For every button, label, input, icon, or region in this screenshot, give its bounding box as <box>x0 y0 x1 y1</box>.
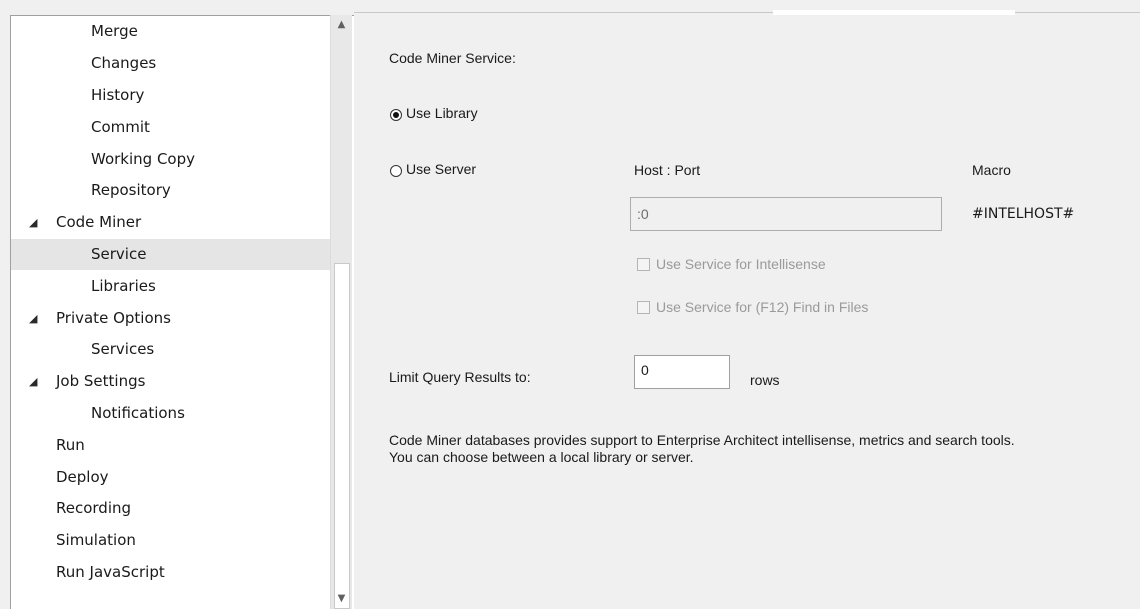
scroll-up-arrow-icon[interactable]: ▲ <box>331 15 352 35</box>
options-tree: Merge Changes History Commit Working Cop… <box>10 15 354 609</box>
macro-value: #INTELHOST# <box>972 206 1075 222</box>
macro-label: Macro <box>972 162 1011 178</box>
panel-top-divider <box>354 12 1140 13</box>
tree-item-run[interactable]: Run <box>11 430 331 461</box>
tree-item-simulation[interactable]: Simulation <box>11 525 331 556</box>
scrollbar-thumb[interactable] <box>334 263 350 609</box>
radio-checked-icon[interactable] <box>390 109 402 121</box>
limit-query-input[interactable]: 0 <box>634 355 730 389</box>
tree-item-recording[interactable]: Recording <box>11 493 331 524</box>
radio-unchecked-icon[interactable] <box>390 165 402 177</box>
intellisense-label[interactable]: Use Service for Intellisense <box>656 256 826 272</box>
checkbox-icon[interactable] <box>637 301 650 314</box>
tree-item-label: Merge <box>91 22 138 40</box>
tree-item-label: Services <box>91 340 155 358</box>
scroll-down-arrow-icon[interactable]: ▼ <box>331 589 352 609</box>
rows-unit-label: rows <box>750 372 780 388</box>
tree-item-label: Deploy <box>56 468 109 486</box>
tree-item-label: Repository <box>91 181 171 199</box>
host-port-field[interactable]: :0 <box>630 197 942 231</box>
tree-item-run-javascript[interactable]: Run JavaScript <box>11 557 331 588</box>
expanded-arrow-icon[interactable]: ◢ <box>29 207 37 238</box>
tree-item-label: Run JavaScript <box>56 563 165 581</box>
tree-item-label: Private Options <box>56 309 171 327</box>
tree-item-private-options[interactable]: ◢ Private Options <box>11 303 331 334</box>
tree-item-working-copy[interactable]: Working Copy <box>11 144 331 175</box>
use-server-label[interactable]: Use Server <box>406 161 476 177</box>
tree-item-label: Notifications <box>91 404 185 422</box>
tree-item-services[interactable]: Services <box>11 334 331 365</box>
tree-item-label: Code Miner <box>56 213 142 231</box>
tree-item-label: Run <box>56 436 85 454</box>
tree-item-label: History <box>91 86 145 104</box>
tree-item-label: Commit <box>91 118 150 136</box>
tree-item-deploy[interactable]: Deploy <box>11 462 331 493</box>
tree-scrollbar[interactable]: ▲ ▼ <box>330 15 352 609</box>
tree-item-history[interactable]: History <box>11 80 331 111</box>
panel-top-gap <box>773 10 1015 15</box>
checkbox-icon[interactable] <box>637 258 650 271</box>
host-port-label: Host : Port <box>634 162 701 178</box>
description-line-2: You can choose between a local library o… <box>389 449 694 465</box>
tree-item-notifications[interactable]: Notifications <box>11 398 331 429</box>
tree-item-code-miner[interactable]: ◢ Code Miner <box>11 207 331 238</box>
tree-item-commit[interactable]: Commit <box>11 112 331 143</box>
tree-item-repository[interactable]: Repository <box>11 175 331 206</box>
tree-item-libraries[interactable]: Libraries <box>11 271 331 302</box>
tree-item-service[interactable]: Service <box>11 239 331 270</box>
description-line-1: Code Miner databases provides support to… <box>389 432 1015 448</box>
tree-item-label: Job Settings <box>56 372 146 390</box>
tree-item-merge[interactable]: Merge <box>11 16 331 47</box>
limit-query-label: Limit Query Results to: <box>389 369 531 385</box>
tree-item-label: Recording <box>56 499 132 517</box>
tree-item-label: Simulation <box>56 531 136 549</box>
tree-item-label: Libraries <box>91 277 156 295</box>
expanded-arrow-icon[interactable]: ◢ <box>29 303 37 334</box>
tree-item-label: Service <box>91 245 147 263</box>
find-in-files-label[interactable]: Use Service for (F12) Find in Files <box>656 299 868 315</box>
tree-item-job-settings[interactable]: ◢ Job Settings <box>11 366 331 397</box>
tree-item-label: Changes <box>91 54 157 72</box>
expanded-arrow-icon[interactable]: ◢ <box>29 366 37 397</box>
use-library-label[interactable]: Use Library <box>406 105 478 121</box>
tree-item-changes[interactable]: Changes <box>11 48 331 79</box>
tree-item-label: Working Copy <box>91 150 195 168</box>
service-heading: Code Miner Service: <box>389 50 516 66</box>
